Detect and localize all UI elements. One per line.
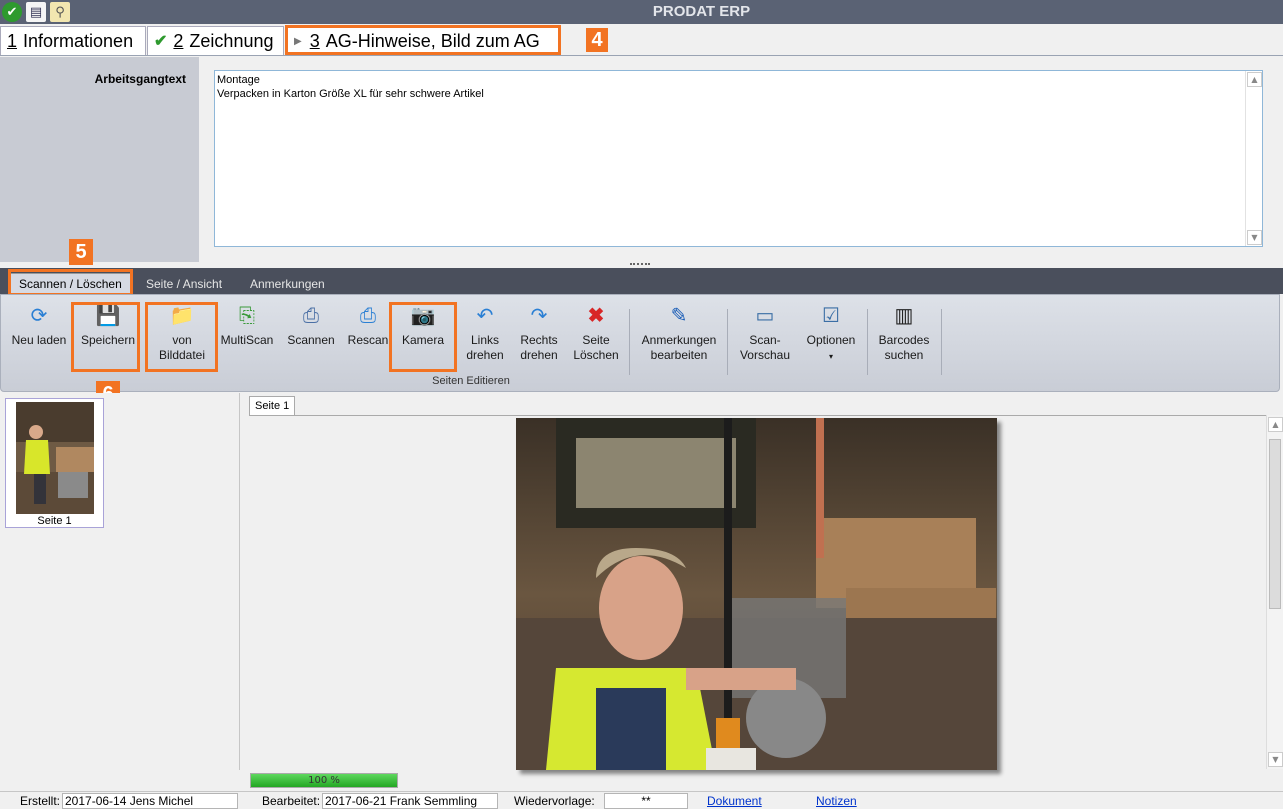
- scan-vorschau-button[interactable]: ▭ Scan- Vorschau: [735, 303, 795, 363]
- scroll-down-icon[interactable]: ▼: [1247, 230, 1262, 245]
- label-panel: Arbeitsgangtext: [0, 57, 199, 262]
- button-label-line1: Links: [470, 333, 499, 347]
- title-bar: ✔ ▤ ⚲ PRODAT ERP: [0, 0, 1283, 24]
- highlight-box-ribbon-tab: [8, 269, 133, 296]
- button-label-line1: Anmerkungen: [641, 333, 717, 347]
- tab-zeichnung[interactable]: ✔ 2 Zeichnung: [147, 26, 284, 55]
- annotation-badge-4: 4: [586, 28, 608, 52]
- barcode-icon: ▥: [894, 305, 914, 327]
- button-label: Neu laden: [11, 333, 67, 347]
- ribbon-separator: [727, 309, 728, 375]
- viewer-scrollbar[interactable]: ▲ ▼: [1266, 415, 1283, 769]
- seite-loeschen-button[interactable]: ✖ Seite Löschen: [569, 303, 623, 363]
- multiscan-button[interactable]: ⎘ MultiScan: [219, 303, 275, 348]
- dropdown-arrow-icon: ▾: [828, 352, 833, 361]
- barcodes-suchen-button[interactable]: ▥ Barcodes suchen: [875, 303, 933, 363]
- tab-label: Informationen: [23, 30, 134, 51]
- ribbon-separator: [629, 309, 630, 375]
- rotate-left-icon: ↶: [476, 305, 494, 327]
- page-thumbnail[interactable]: Seite 1: [5, 398, 104, 528]
- pen-icon: ✎: [670, 305, 688, 327]
- notizen-link[interactable]: Notizen: [816, 794, 857, 808]
- tab-label: Zeichnung: [189, 30, 274, 51]
- annotation-badge-5: 5: [69, 239, 93, 265]
- scroll-thumb[interactable]: [1269, 439, 1281, 609]
- thumbnail-panel: Seite 1: [0, 393, 240, 770]
- multiscan-icon: ⎘: [239, 305, 255, 327]
- button-label-line2: Vorschau: [739, 348, 791, 362]
- ribbon-tab-bar: Scannen / Löschen Seite / Ansicht Anmerk…: [0, 268, 1283, 294]
- arbeitsgangtext-value: Montage Verpacken in Karton Größe XL für…: [217, 74, 484, 100]
- button-label: Scannen: [287, 333, 335, 347]
- button-label-line1: Barcodes: [878, 333, 930, 347]
- button-label-line1: Seite: [582, 333, 610, 347]
- button-label-line2: bearbeiten: [650, 348, 708, 362]
- highlight-box-speichern: [71, 302, 140, 372]
- tab-anmerkungen[interactable]: Anmerkungen: [242, 273, 333, 294]
- button-label-line1: Scan-: [749, 333, 781, 347]
- rescan-icon: ⎙: [360, 305, 376, 327]
- wiedervorlage-field[interactable]: **: [604, 793, 688, 809]
- neu-laden-button[interactable]: ⟳ Neu laden: [9, 303, 69, 348]
- tab-seite-ansicht[interactable]: Seite / Ansicht: [138, 273, 230, 294]
- links-drehen-button[interactable]: ↶ Links drehen: [463, 303, 507, 363]
- status-bar: Erstellt: 2017-06-14 Jens Michel Bearbei…: [0, 791, 1283, 809]
- highlight-box-tab: [285, 25, 561, 55]
- thumbnail-caption: Seite 1: [37, 515, 72, 527]
- button-label: MultiScan: [220, 333, 274, 347]
- tab-number: 2: [173, 30, 184, 51]
- scroll-up-icon[interactable]: ▲: [1268, 417, 1283, 432]
- delete-x-icon: ✖: [587, 305, 605, 327]
- checkmark-icon: ✔: [154, 33, 168, 50]
- scanned-photo: [516, 418, 997, 770]
- main-tab-bar: 1 Informationen ✔ 2 Zeichnung ▶ 3 AG-Hin…: [0, 24, 1283, 56]
- progress-text: 100 %: [308, 775, 340, 786]
- preview-icon: ▭: [755, 305, 775, 327]
- scannen-button[interactable]: ⎙ Scannen: [285, 303, 337, 348]
- optionen-button[interactable]: ☑ Optionen ▾: [801, 303, 861, 364]
- highlight-box-bilddatei: [145, 302, 218, 372]
- arbeitsgangtext-label: Arbeitsgangtext: [94, 72, 186, 86]
- scroll-up-icon[interactable]: ▲: [1247, 72, 1262, 87]
- button-label-line2: drehen: [466, 348, 504, 362]
- page-viewer: Seite 1 ▲ ▼: [240, 393, 1283, 770]
- button-label: Rescan: [347, 333, 389, 347]
- rotate-right-icon: ↷: [530, 305, 548, 327]
- bearbeitet-label: Bearbeitet:: [262, 794, 321, 808]
- wiedervorlage-label: Wiedervorlage:: [514, 794, 595, 808]
- scanner-icon: ⎙: [303, 305, 319, 327]
- text-scrollbar[interactable]: ▲ ▼: [1245, 71, 1262, 246]
- tab-informationen[interactable]: 1 Informationen: [0, 26, 146, 55]
- ribbon-separator: [941, 309, 942, 375]
- scroll-down-icon[interactable]: ▼: [1268, 752, 1283, 767]
- ribbon-separator: [867, 309, 868, 375]
- button-label: Optionen: [806, 333, 856, 347]
- button-label-line2: Löschen: [573, 348, 619, 362]
- ribbon-group-caption: Seiten Editieren: [432, 375, 510, 387]
- refresh-icon: ⟳: [30, 305, 48, 327]
- erstellt-value: 2017-06-14 Jens Michel: [62, 793, 238, 809]
- tab-number: 1: [7, 30, 18, 51]
- bearbeitet-value: 2017-06-21 Frank Semmling: [322, 793, 498, 809]
- arbeitsgangtext-field[interactable]: Montage Verpacken in Karton Größe XL für…: [214, 70, 1263, 247]
- anmerkungen-bearbeiten-button[interactable]: ✎ Anmerkungen bearbeiten: [637, 303, 721, 363]
- button-label-line2: suchen: [884, 348, 924, 362]
- app-title: PRODAT ERP: [652, 3, 751, 20]
- options-icon: ☑: [822, 305, 840, 327]
- thumbnail-image: [16, 402, 94, 514]
- erstellt-label: Erstellt:: [20, 794, 61, 808]
- button-label-line2: drehen: [520, 348, 558, 362]
- progress-row: 100 %: [248, 771, 1283, 789]
- highlight-box-kamera: [389, 302, 457, 372]
- progress-bar: 100 %: [250, 773, 398, 788]
- rechts-drehen-button[interactable]: ↷ Rechts drehen: [515, 303, 563, 363]
- rescan-button[interactable]: ⎙ Rescan: [345, 303, 391, 348]
- button-label-line1: Rechts: [520, 333, 558, 347]
- dokument-link[interactable]: Dokument: [707, 794, 762, 808]
- tab-seite-1[interactable]: Seite 1: [249, 396, 296, 415]
